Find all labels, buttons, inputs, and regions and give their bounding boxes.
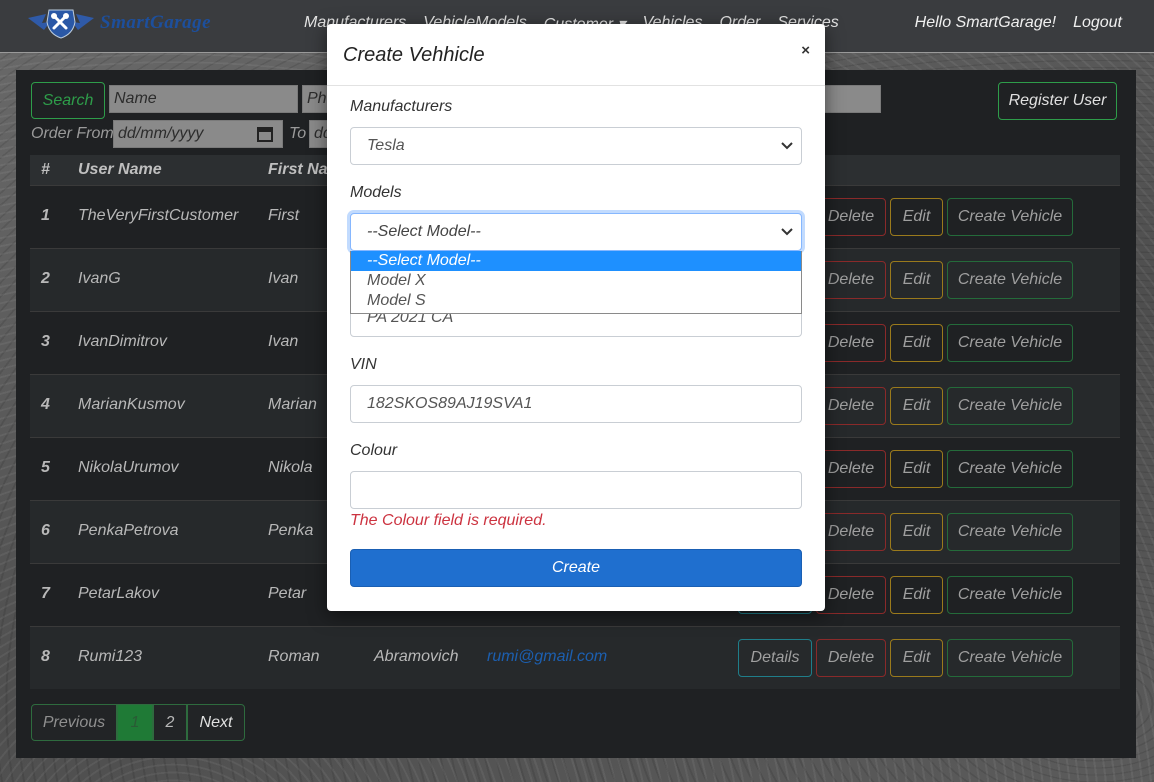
manufacturers-label: Manufacturers [350, 98, 453, 115]
vin-value: 182SKOS89AJ19SVA1 [367, 395, 533, 412]
modal-title: Create Vehhicle [343, 44, 485, 66]
models-label: Models [350, 184, 402, 201]
colour-error-message: The Colour field is required. [350, 512, 547, 529]
colour-input[interactable] [350, 471, 802, 509]
chevron-down-icon [781, 142, 793, 150]
manufacturer-value: Tesla [367, 137, 405, 154]
model-option-x[interactable]: Model X [351, 271, 801, 291]
model-dropdown-list: --Select Model-- Model X Model S [350, 251, 802, 314]
colour-label: Colour [350, 442, 398, 459]
model-option-select[interactable]: --Select Model-- [351, 251, 801, 271]
create-vehicle-modal: Create Vehhicle × Manufacturers Tesla Mo… [327, 24, 825, 611]
chevron-down-icon [781, 228, 793, 236]
model-select[interactable]: --Select Model-- [350, 213, 802, 251]
create-button[interactable]: Create [350, 549, 802, 587]
manufacturer-select[interactable]: Tesla [350, 127, 802, 165]
model-value: --Select Model-- [367, 223, 481, 240]
vin-label: VIN [350, 356, 377, 373]
vin-input[interactable]: 182SKOS89AJ19SVA1 [350, 385, 802, 423]
modal-header: Create Vehhicle × [327, 24, 825, 86]
model-option-s[interactable]: Model S [351, 291, 801, 311]
close-icon[interactable]: × [801, 42, 810, 59]
